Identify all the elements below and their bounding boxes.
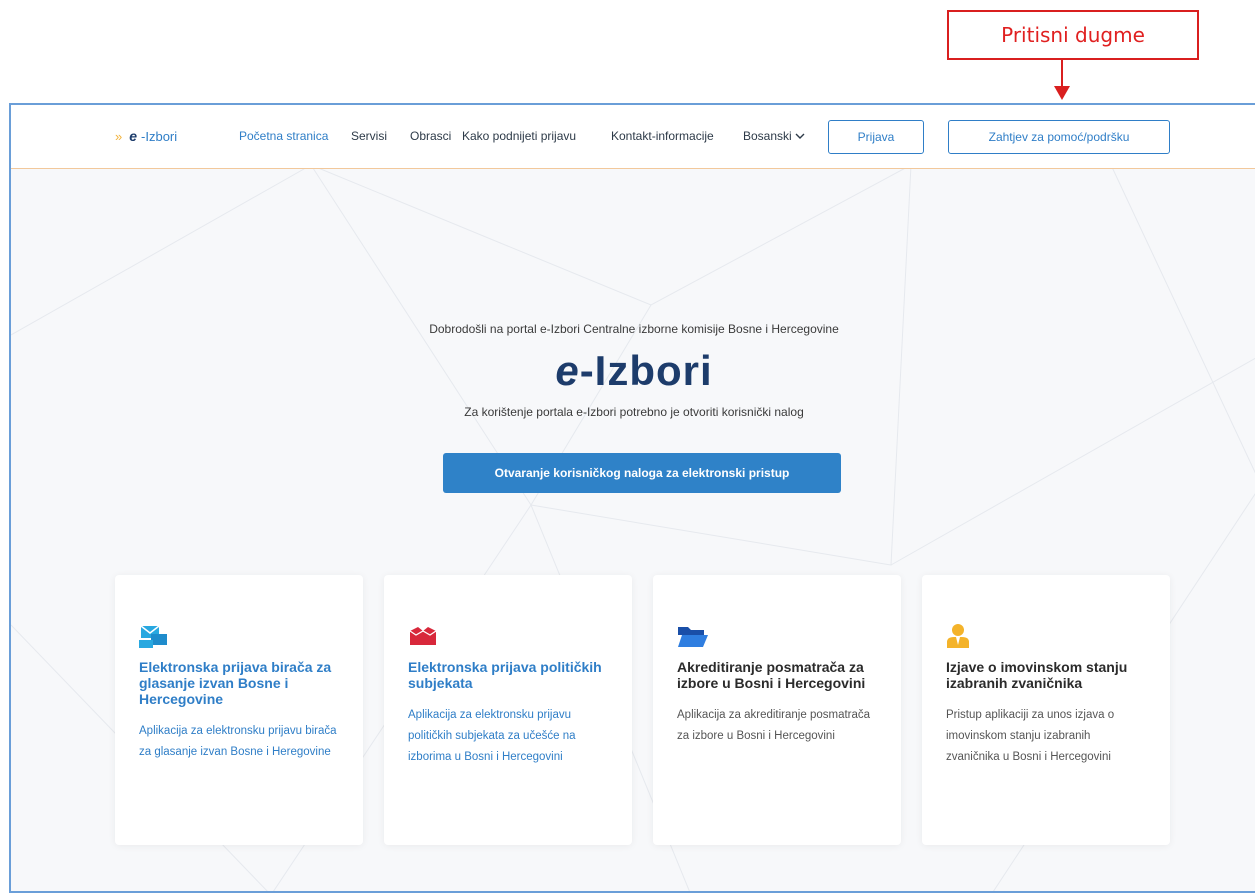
open-account-button[interactable]: Otvaranje korisničkog naloga za elektron… — [443, 453, 841, 493]
brand-prefix: e — [129, 128, 138, 144]
annotation-callout: Pritisni dugme — [947, 10, 1199, 60]
person-icon — [946, 623, 1146, 649]
welcome-text: Dobrodošli na portal e-Izbori Centralne … — [429, 322, 839, 336]
envelope-icon — [139, 623, 339, 649]
card-title: Elektronska prijava političkih subjekata — [408, 659, 602, 691]
card-description: Aplikacija za akreditiranje posmatrača z… — [677, 709, 871, 742]
annotation-arrow-line — [1061, 60, 1063, 88]
nav-link-services[interactable]: Servisi — [351, 129, 387, 143]
browser-viewport: » e -Izbori Početna stranica Servisi Obr… — [9, 103, 1255, 893]
language-selector[interactable]: Bosanski — [743, 129, 805, 143]
help-request-button[interactable]: Zahtjev za pomoć/podršku — [948, 120, 1170, 154]
brand-suffix: -Izbori — [141, 128, 178, 144]
nav-link-home[interactable]: Početna stranica — [239, 129, 328, 143]
card-description: Aplikacija za elektronsku prijavu birača… — [139, 725, 337, 758]
folder-icon — [677, 623, 877, 649]
hero-logo: e-Izbori — [11, 347, 1255, 395]
nav-link-how-to-apply[interactable]: Kako podnijeti prijavu — [462, 129, 576, 143]
top-navigation: » e -Izbori Početna stranica Servisi Obr… — [11, 105, 1255, 169]
login-button[interactable]: Prijava — [828, 120, 924, 154]
language-label: Bosanski — [743, 129, 792, 143]
chevron-down-icon — [795, 133, 805, 139]
card-title: Izjave o imovinskom stanju izabranih zva… — [946, 659, 1128, 691]
hero-subtitle: Za korištenje portala e-Izbori potrebno … — [464, 405, 804, 419]
card-description: Pristup aplikaciji za unos izjava o imov… — [946, 709, 1115, 763]
card-asset-declarations[interactable]: Izjave o imovinskom stanju izabranih zva… — [922, 575, 1170, 845]
card-political-subjects[interactable]: Elektronska prijava političkih subjekata… — [384, 575, 632, 845]
nav-link-contact[interactable]: Kontakt-informacije — [611, 129, 714, 143]
annotation-label: Pritisni dugme — [1001, 23, 1145, 47]
card-title: Elektronska prijava birača za glasanje i… — [139, 659, 332, 707]
annotation-arrow-head — [1054, 86, 1070, 100]
box-icon — [408, 623, 608, 649]
nav-link-forms[interactable]: Obrasci — [410, 129, 451, 143]
hero-logo-e: e — [555, 347, 580, 394]
brand-logo[interactable]: » e -Izbori — [115, 128, 177, 144]
hero-logo-rest: -Izbori — [579, 347, 713, 394]
card-voter-registration-abroad[interactable]: Elektronska prijava birača za glasanje i… — [115, 575, 363, 845]
card-title: Akreditiranje posmatrača za izbore u Bos… — [677, 659, 866, 691]
card-observer-accreditation[interactable]: Akreditiranje posmatrača za izbore u Bos… — [653, 575, 901, 845]
card-description: Aplikacija za elektronsku prijavu politi… — [408, 709, 576, 763]
double-chevron-icon: » — [115, 128, 123, 144]
